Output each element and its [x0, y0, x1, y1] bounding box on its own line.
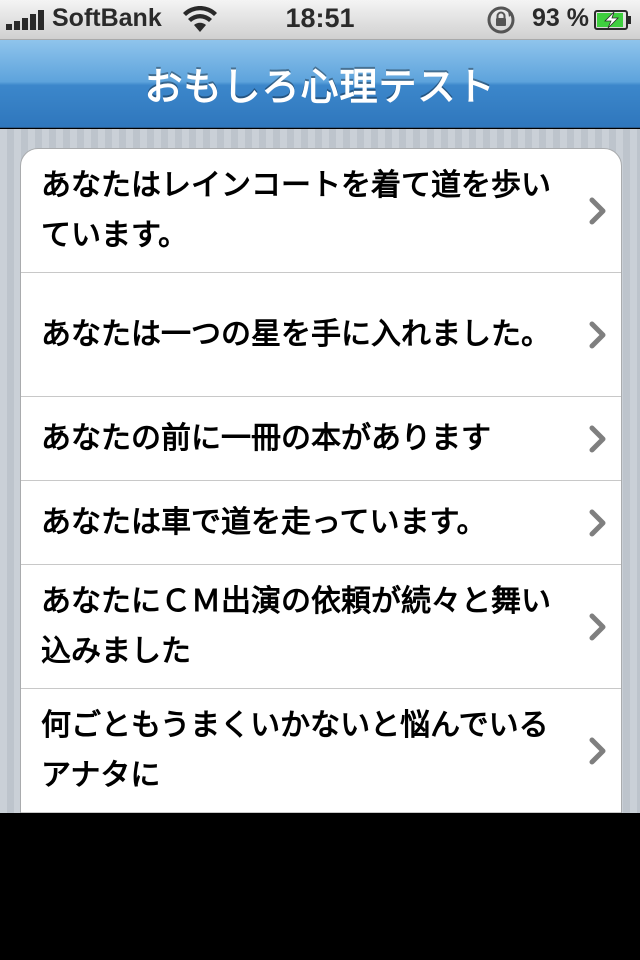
list-item-label: あなたはレインコートを着て道を歩いています。 [41, 167, 551, 253]
app-screen: SoftBank 18:51 93 % おもしろ心理テスト あなたはレインコート… [0, 0, 640, 960]
bottom-blank-area [0, 813, 640, 960]
list-item[interactable]: あなたは一つの星を手に入れました。 [21, 273, 621, 397]
battery-percent: 93 % [532, 4, 589, 32]
page-title: おもしろ心理テスト [144, 65, 496, 109]
chevron-right-icon [589, 613, 606, 640]
list-item-label: 何ごともうまくいかないと悩んでいるアナタに [41, 707, 549, 793]
list-item-label: あなたは車で道を走っています。 [41, 504, 487, 540]
rotation-lock-icon [487, 6, 515, 34]
chevron-right-icon [589, 737, 606, 764]
list-item[interactable]: あなたにＣＭ出演の依頼が続々と舞い込みました [21, 565, 621, 689]
chevron-right-icon [589, 509, 606, 536]
chevron-right-icon [589, 321, 606, 348]
status-bar: SoftBank 18:51 93 % [0, 0, 640, 40]
list-item[interactable]: あなたは車で道を走っています。 [21, 481, 621, 565]
list-item[interactable]: あなたの前に一冊の本があります [21, 397, 621, 481]
chevron-right-icon [589, 197, 606, 224]
battery-charging-icon [594, 10, 631, 30]
list-item[interactable]: 何ごともうまくいかないと悩んでいるアナタに [21, 689, 621, 813]
chevron-right-icon [589, 425, 606, 452]
list-item[interactable]: あなたはレインコートを着て道を歩いています。 [21, 149, 621, 273]
list-item-label: あなたの前に一冊の本があります [41, 420, 491, 456]
navigation-bar: おもしろ心理テスト [0, 40, 640, 128]
list-item-label: あなたにＣＭ出演の依頼が続々と舞い込みました [41, 583, 551, 669]
list-item-label: あなたは一つの星を手に入れました。 [41, 316, 551, 352]
content-area[interactable]: あなたはレインコートを着て道を歩いています。 あなたは一つの星を手に入れました。… [0, 129, 640, 813]
grouped-table: あなたはレインコートを着て道を歩いています。 あなたは一つの星を手に入れました。… [20, 148, 622, 813]
